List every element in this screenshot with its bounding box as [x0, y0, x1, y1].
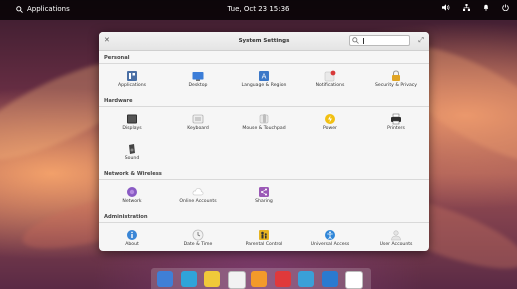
settings-item-printers[interactable]: Printers: [363, 107, 429, 137]
settings-item-user-accounts[interactable]: User Accounts: [363, 223, 429, 251]
text-cursor: [363, 38, 364, 44]
volume-icon[interactable]: [442, 4, 450, 11]
settings-item-label: User Accounts: [379, 242, 413, 247]
section-administration: Administration About Date & Time Parental C…: [99, 210, 429, 251]
desktop-icon: [192, 67, 204, 81]
system-settings-window: ✕ System Settings ⤢ Personal Applications…: [99, 32, 429, 251]
settings-item-sound[interactable]: Sound: [99, 137, 165, 167]
section-heading: Hardware: [104, 98, 133, 104]
settings-item-label: Notifications: [315, 83, 345, 88]
datetime-indicator[interactable]: Tue, Oct 23 15:36: [0, 5, 517, 13]
power-menu-icon[interactable]: [502, 4, 509, 11]
settings-item-keyboard[interactable]: Keyboard: [165, 107, 231, 137]
settings-item-about[interactable]: About: [99, 223, 165, 251]
settings-item-label: Date & Time: [183, 242, 213, 247]
mail-icon[interactable]: [204, 271, 220, 287]
user-accounts-icon: [390, 226, 402, 241]
about-icon: [126, 226, 138, 240]
settings-item-applications[interactable]: Applications: [99, 64, 165, 94]
settings-item-sharing[interactable]: Sharing: [231, 180, 297, 210]
terminal-icon[interactable]: [321, 271, 338, 287]
top-panel: Applications Tue, Oct 23 15:36: [0, 0, 517, 20]
section-heading: Network & Wireless: [104, 171, 162, 177]
universal-access-icon: [324, 226, 336, 240]
clock-icon: [192, 226, 204, 241]
settings-item-language-region[interactable]: A Language & Region: [231, 64, 297, 94]
printer-icon: [390, 110, 402, 125]
settings-item-displays[interactable]: Displays: [99, 107, 165, 137]
web-browser-icon[interactable]: [180, 271, 197, 287]
settings-item-online-accounts[interactable]: Online Accounts: [165, 180, 231, 210]
settings-item-label: Displays: [122, 126, 142, 131]
settings-item-label: Universal Access: [310, 242, 350, 247]
applications-icon: [126, 67, 138, 81]
photos-icon[interactable]: [298, 271, 314, 287]
settings-grid: Applications Desktop A Language & Region Not…: [99, 64, 429, 94]
settings-item-network[interactable]: Network: [99, 180, 165, 210]
settings-item-date-time[interactable]: Date & Time: [165, 223, 231, 251]
settings-item-mouse-touchpad[interactable]: Mouse & Touchpad: [231, 107, 297, 137]
lock-icon: [390, 67, 402, 81]
settings-item-desktop[interactable]: Desktop: [165, 64, 231, 94]
window-titlebar: ✕ System Settings ⤢: [99, 32, 429, 51]
settings-grid: Displays Keyboard Mouse & Touchpad Power Pri…: [99, 107, 429, 167]
network-icon: [126, 183, 138, 197]
settings-item-label: Mouse & Touchpad: [242, 126, 286, 131]
network-indicator-icon[interactable]: [463, 4, 470, 11]
settings-item-notifications[interactable]: Notifications: [297, 64, 363, 94]
section-heading: Administration: [104, 214, 148, 220]
music-icon[interactable]: [251, 271, 267, 287]
language-region-icon: A: [258, 67, 270, 81]
power-icon: [324, 110, 336, 124]
settings-item-label: Power: [323, 126, 337, 131]
section-heading: Personal: [104, 55, 130, 61]
settings-sections: Personal Applications Desktop A Language & R…: [99, 51, 429, 251]
settings-item-label: Printers: [387, 126, 405, 131]
mouse-icon: [258, 110, 270, 124]
section-personal: Personal Applications Desktop A Language & R…: [99, 51, 429, 94]
settings-item-label: Desktop: [188, 83, 208, 88]
settings-item-universal-access[interactable]: Universal Access: [297, 223, 363, 251]
section-hardware: Hardware Displays Keyboard Mouse & Touchpad…: [99, 94, 429, 167]
settings-item-label: Network: [122, 199, 142, 204]
videos-icon[interactable]: [274, 271, 291, 287]
settings-item-label: Sound: [124, 156, 140, 161]
app-center-icon[interactable]: [345, 271, 363, 289]
calendar-icon[interactable]: [227, 271, 246, 289]
cloud-icon: [192, 183, 204, 196]
sharing-icon: [258, 183, 270, 197]
settings-item-label: Sharing: [255, 199, 273, 204]
parental-control-icon: [258, 226, 270, 240]
settings-item-label: Security & Privacy: [375, 83, 417, 88]
settings-grid: About Date & Time Parental Control Universa…: [99, 223, 429, 251]
section-network-wireless: Network & Wireless Network Online Accounts…: [99, 167, 429, 210]
search-icon: [352, 37, 359, 44]
settings-item-security-privacy[interactable]: Security & Privacy: [363, 64, 429, 94]
settings-item-label: Keyboard: [187, 126, 209, 131]
settings-item-power[interactable]: Power: [297, 107, 363, 137]
display-icon: [126, 110, 138, 124]
multitasking-view-icon[interactable]: [157, 271, 173, 287]
keyboard-icon: [192, 110, 204, 124]
notifications-bell-icon[interactable]: [483, 4, 489, 11]
settings-item-parental-control[interactable]: Parental Control: [231, 223, 297, 251]
notifications-icon: [324, 67, 336, 82]
settings-item-label: Parental Control: [245, 242, 283, 247]
maximize-icon[interactable]: ⤢: [418, 36, 424, 45]
search-input[interactable]: [349, 35, 410, 46]
svg-text:A: A: [262, 73, 267, 81]
settings-item-label: About: [125, 242, 139, 247]
sound-icon: [126, 140, 138, 154]
settings-item-label: Online Accounts: [179, 199, 217, 204]
settings-item-label: Applications: [117, 83, 147, 88]
settings-item-label: Language & Region: [241, 83, 287, 88]
settings-grid: Network Online Accounts Sharing: [99, 180, 429, 210]
dock: [151, 268, 371, 289]
